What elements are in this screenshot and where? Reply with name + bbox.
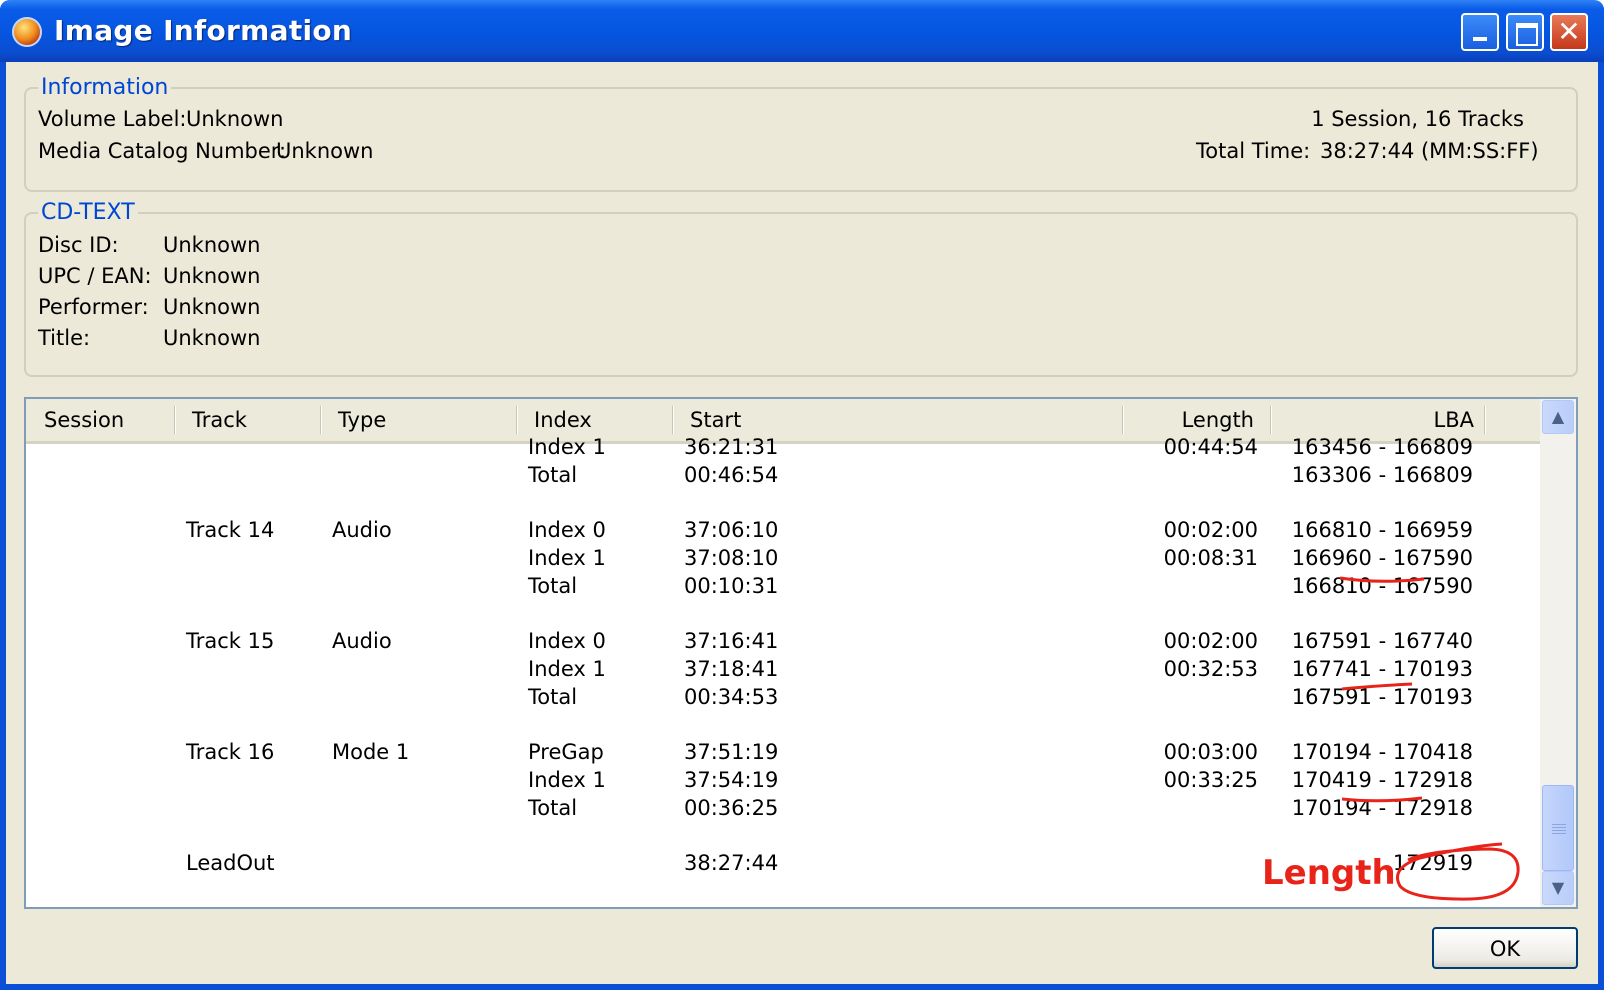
cell-index: Index 1 — [528, 435, 606, 459]
app-icon — [12, 17, 42, 47]
media-catalog-number-label: Media Catalog Number: — [38, 139, 287, 163]
cell-lba: 163456 - 166809 — [1291, 435, 1473, 459]
cell-lba: 167591 - 170193 — [1291, 685, 1473, 709]
column-header-track[interactable]: Track — [176, 399, 322, 441]
chevron-up-icon: ▲ — [1551, 407, 1565, 426]
cell-start: 37:54:19 — [684, 768, 779, 792]
close-icon: ✕ — [1557, 15, 1581, 48]
ok-button[interactable]: OK — [1432, 927, 1578, 969]
cell-length: 00:02:00 — [1163, 629, 1258, 653]
minimize-button[interactable] — [1461, 13, 1499, 51]
cell-index: Index 1 — [528, 768, 606, 792]
cell-start: 37:51:19 — [684, 740, 779, 764]
cell-lba: 166810 - 166959 — [1291, 518, 1473, 542]
chevron-down-icon: ▼ — [1551, 878, 1565, 897]
column-header-type[interactable]: Type — [322, 399, 516, 441]
cell-lba: 166810 - 167590 — [1291, 574, 1473, 598]
cell-lba: 170419 - 172918 — [1291, 768, 1473, 792]
cell-start: 00:34:53 — [684, 685, 779, 709]
track-list[interactable]: Session Track Type Index Start Length LB… — [24, 397, 1578, 909]
disc-id-value: Unknown — [163, 233, 261, 257]
cell-start: 37:08:10 — [684, 546, 779, 570]
sessions-tracks-summary: 1 Session, 16 Tracks — [1311, 107, 1524, 131]
vertical-scrollbar[interactable]: ▲ ▼ — [1540, 399, 1576, 907]
cell-index: Total — [528, 685, 578, 709]
cd-text-legend: CD-TEXT — [38, 200, 138, 225]
cell-index: Total — [528, 463, 578, 487]
close-button[interactable]: ✕ — [1550, 13, 1588, 51]
cell-index: Index 0 — [528, 629, 606, 653]
performer-value: Unknown — [163, 295, 261, 319]
total-time-label: Total Time: — [1196, 139, 1311, 163]
cell-length: 00:32:53 — [1163, 657, 1258, 681]
cell-lba: 166960 - 167590 — [1291, 546, 1473, 570]
performer-label: Performer: — [38, 295, 149, 319]
maximize-icon — [1516, 23, 1538, 46]
cell-type: Mode 1 — [332, 740, 410, 764]
total-time-value: 38:27:44 (MM:SS:FF) — [1320, 139, 1539, 163]
cell-track: Track 16 — [186, 740, 275, 764]
cell-length: 00:03:00 — [1163, 740, 1258, 764]
cell-start: 00:10:31 — [684, 574, 779, 598]
media-catalog-number-value: Unknown — [276, 139, 374, 163]
cell-start: 36:21:31 — [684, 435, 779, 459]
cell-lba: 170194 - 172918 — [1291, 796, 1473, 820]
cell-lba: 163306 - 166809 — [1291, 463, 1473, 487]
cell-index: Index 0 — [528, 518, 606, 542]
cell-start: 37:06:10 — [684, 518, 779, 542]
cell-type: Audio — [332, 518, 392, 542]
cell-start: 00:36:25 — [684, 796, 779, 820]
disc-id-label: Disc ID: — [38, 233, 119, 257]
cell-lba: 167591 - 167740 — [1291, 629, 1473, 653]
cell-track: LeadOut — [186, 851, 275, 875]
volume-label-label: Volume Label: — [38, 107, 187, 131]
length-annotation-label: Length — [1262, 853, 1396, 893]
column-header-session[interactable]: Session — [28, 399, 176, 441]
cell-index: PreGap — [528, 740, 604, 764]
cell-type: Audio — [332, 629, 392, 653]
cell-start: 38:27:44 — [684, 851, 779, 875]
cell-index: Total — [528, 574, 578, 598]
cell-length: 00:08:31 — [1163, 546, 1258, 570]
volume-label-value: Unknown — [186, 107, 284, 131]
scroll-thumb[interactable] — [1542, 785, 1574, 871]
cell-start: 37:16:41 — [684, 629, 779, 653]
cell-start: 37:18:41 — [684, 657, 779, 681]
upc-ean-value: Unknown — [163, 264, 261, 288]
scroll-down-button[interactable]: ▼ — [1542, 871, 1574, 905]
cell-index: Index 1 — [528, 546, 606, 570]
cell-index: Index 1 — [528, 657, 606, 681]
window-title: Image Information — [54, 14, 353, 47]
cell-length: 00:44:54 — [1163, 435, 1258, 459]
title-bar[interactable]: Image Information ✕ — [0, 0, 1604, 62]
information-legend: Information — [38, 75, 172, 100]
cell-track: Track 15 — [186, 629, 275, 653]
cell-lba: 167741 - 170193 — [1291, 657, 1473, 681]
upc-ean-label: UPC / EAN: — [38, 264, 152, 288]
cell-length: 00:33:25 — [1163, 768, 1258, 792]
maximize-button[interactable] — [1506, 13, 1544, 51]
title-value: Unknown — [163, 326, 261, 350]
cell-start: 00:46:54 — [684, 463, 779, 487]
title-label: Title: — [38, 326, 91, 350]
cell-length: 00:02:00 — [1163, 518, 1258, 542]
cell-index: Total — [528, 796, 578, 820]
cell-track: Track 14 — [186, 518, 275, 542]
scroll-up-button[interactable]: ▲ — [1542, 400, 1574, 434]
cell-lba: 170194 - 170418 — [1291, 740, 1473, 764]
minimize-icon — [1473, 37, 1487, 41]
